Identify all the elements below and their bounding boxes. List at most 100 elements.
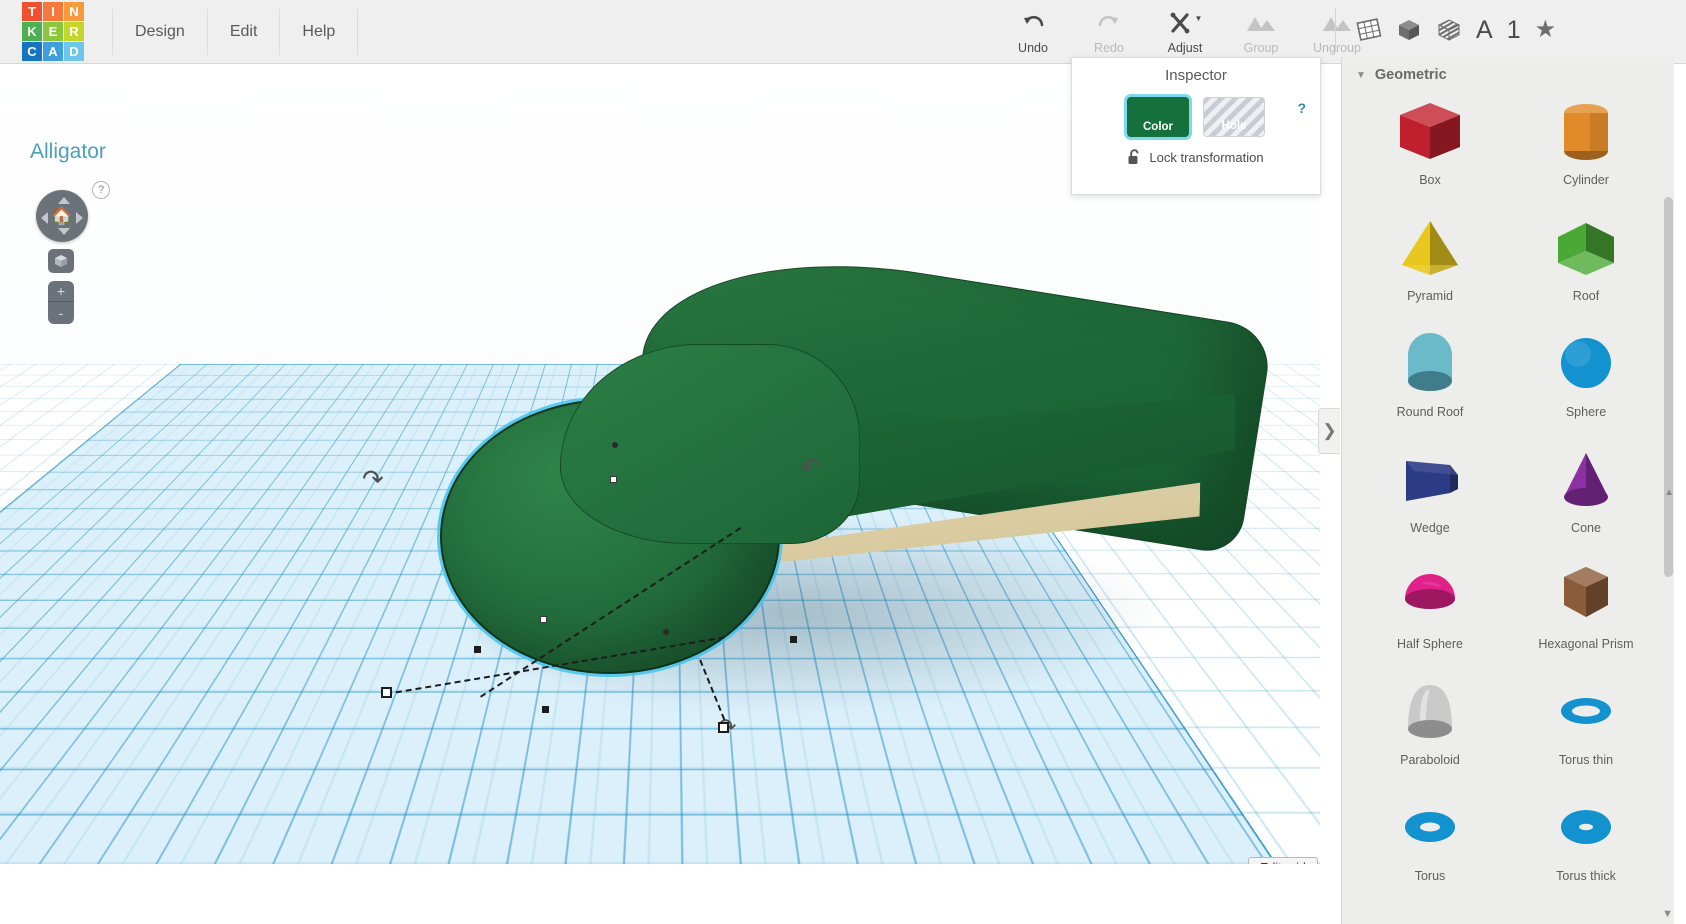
lock-transformation-row[interactable]: Lock transformation xyxy=(1072,149,1320,165)
solid-cube-icon[interactable] xyxy=(1396,17,1422,43)
scroll-down-icon[interactable]: ▼ xyxy=(1662,908,1673,920)
number-one-icon[interactable]: 1 xyxy=(1507,17,1521,43)
fit-view-button[interactable] xyxy=(48,249,74,273)
inspector-swatches: Color Hole xyxy=(1072,97,1320,137)
hexprism-icon xyxy=(1550,557,1622,637)
zoom-controls[interactable]: + - xyxy=(48,281,74,324)
shape-item-pyramid[interactable]: Pyramid xyxy=(1352,209,1508,321)
shapes-category-header[interactable]: ▼ Geometric xyxy=(1342,57,1674,89)
scale-handle-corner-left[interactable] xyxy=(381,687,392,698)
shapes-scrollbar[interactable] xyxy=(1664,197,1673,577)
shape-item-round-roof[interactable]: Round Roof xyxy=(1352,325,1508,437)
text-a-icon[interactable]: A xyxy=(1476,17,1493,43)
shape-item-roof[interactable]: Roof xyxy=(1508,209,1664,321)
logo-tile-a: A xyxy=(43,42,63,61)
scale-handle-mid-top[interactable] xyxy=(474,646,481,653)
selection-edge-right xyxy=(699,659,729,729)
selection-bounding-box xyxy=(370,527,810,742)
menu-item-edit[interactable]: Edit xyxy=(208,8,281,55)
toolbar-label: Adjust xyxy=(1167,41,1203,55)
shape-item-cone[interactable]: Cone xyxy=(1508,441,1664,553)
cube-icon xyxy=(55,255,67,267)
alligator-brow[interactable] xyxy=(560,344,860,544)
shape-item-torus-thick[interactable]: Torus thick xyxy=(1508,789,1664,901)
scale-handle-corner-bottom[interactable] xyxy=(718,722,729,733)
zoom-out-button[interactable]: - xyxy=(48,302,74,323)
star-icon[interactable]: ★ xyxy=(1535,18,1557,42)
selection-edge-front xyxy=(386,636,725,695)
logo-tile-k: K xyxy=(22,22,42,41)
shapes-panel: ▼ Geometric Box Cylinder Pyramid Roof Round … xyxy=(1341,57,1674,924)
main-menu: Design Edit Help xyxy=(112,8,359,55)
edit-grid-button[interactable]: Edit grid xyxy=(1248,857,1318,864)
scale-handle-mid-front[interactable] xyxy=(542,706,549,713)
torus-icon xyxy=(1394,789,1466,869)
shape-item-torus[interactable]: Torus xyxy=(1352,789,1508,901)
shape-label: Round Roof xyxy=(1396,405,1464,419)
toolbar-label: Redo xyxy=(1094,41,1124,55)
box-icon xyxy=(1394,93,1466,173)
design-title[interactable]: Alligator xyxy=(30,140,106,164)
shape-item-hexagonal-prism[interactable]: Hexagonal Prism xyxy=(1508,557,1664,669)
logo-tile-r: R xyxy=(64,22,84,41)
hole-swatch-label: Hole xyxy=(1221,120,1247,132)
menu-item-design[interactable]: Design xyxy=(112,8,208,55)
shape-item-wedge[interactable]: Wedge xyxy=(1352,441,1508,553)
shape-item-sphere[interactable]: Sphere xyxy=(1508,325,1664,437)
color-swatch-button[interactable]: Color xyxy=(1127,97,1189,137)
shapes-panel-toggle[interactable]: ❯ xyxy=(1318,408,1340,454)
shape-label: Hexagonal Prism xyxy=(1538,637,1634,651)
shape-label: Torus thin xyxy=(1558,753,1614,767)
logo-tile-d: D xyxy=(64,42,84,61)
chevron-down-icon: ▼ xyxy=(1356,69,1366,81)
menu-item-help[interactable]: Help xyxy=(280,8,359,55)
canvas-help-icon[interactable]: ? xyxy=(92,181,110,199)
shape-label: Cone xyxy=(1571,521,1601,535)
wedge-icon xyxy=(1394,441,1466,521)
shape-item-half-sphere[interactable]: Half Sphere xyxy=(1352,557,1508,669)
inspector-title: Inspector xyxy=(1165,67,1227,84)
group-icon xyxy=(1246,10,1276,36)
tinkercad-logo[interactable]: TIN KER CAD xyxy=(22,2,84,61)
rotate-handle-left[interactable]: ↷ xyxy=(362,464,384,495)
torusthick-icon xyxy=(1550,789,1622,869)
nav-arrow-down-icon[interactable] xyxy=(58,228,70,235)
cone-icon xyxy=(1550,441,1622,521)
view-nav-pad[interactable]: 🏠 xyxy=(36,190,88,242)
roundroof-icon xyxy=(1394,325,1466,405)
shape-label: Torus xyxy=(1414,869,1446,883)
toolbar-adjust-button[interactable]: ▼ Adjust xyxy=(1147,4,1223,55)
nav-arrow-left-icon[interactable] xyxy=(41,212,48,224)
shape-label: Torus thick xyxy=(1556,869,1616,883)
inspector-help-icon[interactable]: ? xyxy=(1297,100,1306,116)
scale-handle-mid-right[interactable] xyxy=(790,636,797,643)
hole-swatch-button[interactable]: Hole xyxy=(1203,97,1265,137)
undo-icon xyxy=(1021,10,1045,36)
scroll-up-icon[interactable]: ▲ xyxy=(1664,487,1674,498)
rotate-handle-top[interactable]: ↶ xyxy=(800,452,822,483)
zoom-in-button[interactable]: + xyxy=(48,281,74,302)
shape-item-torus-thin[interactable]: Torus thin xyxy=(1508,673,1664,785)
workplane-icon[interactable] xyxy=(1356,17,1382,43)
color-swatch-label: Color xyxy=(1142,121,1174,133)
shape-label: Half Sphere xyxy=(1396,637,1463,651)
toolbar-redo-button: Redo xyxy=(1071,4,1147,55)
shape-label: Paraboloid xyxy=(1400,753,1460,767)
shape-item-paraboloid[interactable]: Paraboloid xyxy=(1352,673,1508,785)
shape-item-cylinder[interactable]: Cylinder xyxy=(1508,93,1664,205)
toolbar-label: Undo xyxy=(1018,41,1048,55)
torusthin-icon xyxy=(1550,673,1622,753)
nav-arrow-up-icon[interactable] xyxy=(58,197,70,204)
roof-icon xyxy=(1550,209,1622,289)
logo-tile-e: E xyxy=(43,22,63,41)
app-header: TINKERCAD Design Edit Help Undo Redo ▼ Adjust… xyxy=(0,0,1686,64)
toolbar-undo-button[interactable]: Undo xyxy=(995,4,1071,55)
home-view-icon[interactable]: 🏠 xyxy=(51,208,72,225)
unlocked-padlock-icon xyxy=(1128,149,1139,164)
logo-tile-t: T xyxy=(22,2,42,21)
ruler-cube-icon[interactable] xyxy=(1436,17,1462,43)
halfsphere-icon xyxy=(1394,557,1466,637)
nav-arrow-right-icon[interactable] xyxy=(76,212,83,224)
shapes-category-label: Geometric xyxy=(1374,67,1447,83)
shape-item-box[interactable]: Box xyxy=(1352,93,1508,205)
